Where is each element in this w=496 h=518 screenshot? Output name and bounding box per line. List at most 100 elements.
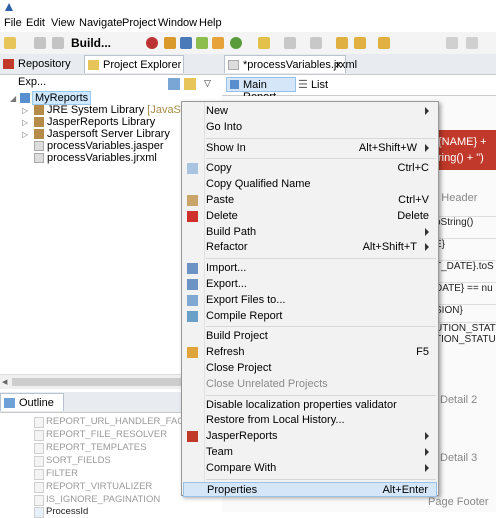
collapse-arrow-icon[interactable]: ◢: [10, 92, 18, 105]
edit-icon[interactable]: [196, 37, 208, 49]
menu-item-paste[interactable]: Paste Ctrl+V: [183, 193, 437, 208]
tab-outline[interactable]: Outline: [0, 393, 64, 411]
menu-item-properties[interactable]: Properties Alt+Enter: [183, 481, 437, 497]
delete-icon: [187, 210, 198, 222]
menu-item-go-into[interactable]: Go Into: [183, 120, 437, 135]
redo-icon[interactable]: [466, 37, 478, 49]
copy-icon: [187, 163, 198, 175]
submenu-arrow-icon: [425, 243, 429, 252]
menu-item-delete[interactable]: Delete Delete: [183, 209, 437, 224]
menu-item-label: Import...: [206, 262, 247, 275]
menu-item-new[interactable]: New: [183, 104, 437, 119]
field-fragment[interactable]: TION_STATUS: [435, 334, 496, 345]
view-menu-icon[interactable]: ▽: [204, 78, 211, 89]
outline-item[interactable]: REPORT_URL_HANDLER_FACTO: [34, 416, 197, 428]
tab-processvariables-jrxml[interactable]: *processVariables.jrxml ✕: [224, 55, 357, 74]
field-fragment[interactable]: SION}: [435, 304, 496, 316]
band-detail-2: Detail 2: [440, 394, 478, 406]
save-all-icon[interactable]: [52, 37, 64, 49]
main-toolbar: Build...: [0, 32, 496, 55]
repository-icon: [3, 59, 14, 69]
collapse-all-icon[interactable]: [168, 78, 180, 90]
menu-item-refactor[interactable]: Refactor Alt+Shift+T: [183, 240, 437, 255]
menu-item-export-files-to[interactable]: Export Files to...: [183, 293, 437, 308]
editor-tab-row: *processVariables.jrxml ✕: [222, 54, 496, 75]
menu-item-copy[interactable]: Copy Ctrl+C: [183, 161, 437, 176]
submenu-arrow-icon: [425, 463, 429, 472]
close-icon[interactable]: ✕: [334, 56, 342, 74]
menu-window[interactable]: Window: [158, 17, 197, 29]
menu-item-team[interactable]: Team: [183, 445, 437, 460]
menu-edit[interactable]: Edit: [26, 17, 45, 29]
menu-item-jasperreports[interactable]: JasperReports: [183, 429, 437, 444]
outline-item[interactable]: SORT_FIELDS: [34, 455, 111, 467]
run-icon[interactable]: [230, 37, 242, 49]
tree-item[interactable]: processVariables.jrxml: [22, 152, 157, 165]
outline-item-label: SORT_FIELDS: [46, 455, 111, 466]
forward-history-icon[interactable]: [336, 37, 348, 49]
wizard-icon[interactable]: [212, 37, 224, 49]
forward-icon[interactable]: [378, 37, 390, 49]
outline-item[interactable]: REPORT_TEMPLATES: [34, 442, 146, 454]
tree-root-label[interactable]: MyReports: [32, 91, 92, 105]
field-fragment[interactable]: E}: [435, 238, 496, 250]
scroll-left-icon[interactable]: ◀: [2, 378, 7, 386]
outline-item[interactable]: FILTER: [34, 468, 78, 480]
menu-help[interactable]: Help: [199, 17, 222, 29]
title-text-element[interactable]: {NAME} + ring() + "): [436, 130, 496, 170]
link-editor-icon[interactable]: [184, 78, 196, 90]
outline-item-label: REPORT_VIRTUALIZER: [46, 481, 153, 492]
field-icon: [34, 469, 44, 480]
menu-separator: [206, 326, 436, 328]
tab-project-explorer[interactable]: Project Explorer: [84, 55, 184, 73]
menu-view[interactable]: View: [51, 17, 75, 29]
field-fragment[interactable]: oString(): [435, 216, 496, 228]
outline-item[interactable]: REPORT_VIRTUALIZER: [34, 481, 153, 493]
menu-file[interactable]: File: [4, 17, 22, 29]
menu-item-show-in[interactable]: Show In Alt+Shift+W: [183, 141, 437, 156]
menu-item-export[interactable]: Export...: [183, 277, 437, 292]
tab-repository-explorer[interactable]: Repository Exp...: [0, 55, 84, 88]
new-icon[interactable]: [4, 37, 16, 49]
main-report-button[interactable]: Main Report: [226, 77, 296, 103]
menu-item-compare-with[interactable]: Compare With: [183, 461, 437, 476]
menu-item-close-project[interactable]: Close Project: [183, 361, 437, 376]
menu-project[interactable]: Project: [122, 17, 156, 29]
menu-item-label: Export Files to...: [206, 293, 286, 306]
field-fragment[interactable]: T_DATE}.toS: [435, 260, 496, 272]
search-icon[interactable]: [284, 37, 296, 49]
menu-item-import[interactable]: Import...: [183, 261, 437, 276]
scroll-thumb[interactable]: [12, 378, 182, 386]
list-button[interactable]: ☰ List: [298, 78, 328, 91]
menu-navigate[interactable]: Navigate: [79, 17, 122, 29]
outline-item[interactable]: IS_IGNORE_PAGINATION: [34, 494, 161, 506]
build-button[interactable]: Build...: [71, 36, 111, 50]
field-fragment[interactable]: DATE} == nu: [435, 282, 496, 294]
menu-item-disable-localization-properties-validator[interactable]: Disable localization properties validato…: [183, 398, 437, 413]
report-icon[interactable]: [164, 37, 176, 49]
outline-item[interactable]: REPORT_FILE_RESOLVER: [34, 429, 168, 441]
shortcut-label: Delete: [397, 209, 429, 222]
menu-item-label: Refresh: [206, 346, 245, 359]
menu-item-copy-qualified-name[interactable]: Copy Qualified Name: [183, 177, 437, 192]
context-menu: New Go Into Show In Alt+Shift+W Copy Ctrl+C Co…: [181, 101, 439, 497]
outline-item-label: IS_IGNORE_PAGINATION: [46, 494, 161, 505]
outline-item-label: REPORT_FILE_RESOLVER: [46, 429, 168, 440]
menu-item-restore-from-local-history[interactable]: Restore from Local History...: [183, 413, 437, 428]
menu-item-build-project[interactable]: Build Project: [183, 329, 437, 344]
project-explorer-icon: [88, 60, 99, 70]
library-icon: [34, 129, 44, 139]
undo-icon[interactable]: [446, 37, 458, 49]
tool-icon[interactable]: [258, 37, 270, 49]
back-icon[interactable]: [354, 37, 366, 49]
compile-toolbar-icon[interactable]: [180, 37, 192, 49]
field-fragment[interactable]: UTION_STATU: [435, 322, 496, 334]
debug-icon[interactable]: [146, 37, 158, 49]
annotation-icon[interactable]: [310, 37, 322, 49]
menu-item-build-path[interactable]: Build Path: [183, 225, 437, 240]
menu-item-label: New: [206, 105, 229, 117]
save-icon[interactable]: [34, 37, 46, 49]
menu-item-refresh[interactable]: Refresh F5: [183, 345, 437, 360]
menu-item-compile-report[interactable]: Compile Report: [183, 309, 437, 324]
compile-icon: [187, 310, 198, 322]
